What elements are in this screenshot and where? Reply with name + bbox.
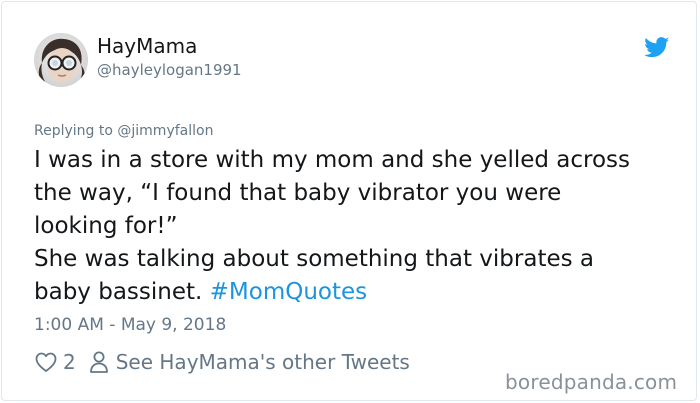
tweet-text-line: looking for!”	[34, 213, 178, 239]
replying-mention-link[interactable]: @jimmyfallon	[117, 123, 213, 139]
tweet-text-line-last: baby bassinet. #MomQuotes	[34, 276, 674, 309]
twitter-bird-icon[interactable]	[644, 37, 670, 58]
tweet-text-line: She was talking about something that vib…	[34, 246, 595, 272]
replying-to: Replying to @jimmyfallon	[34, 122, 213, 140]
person-outline-icon	[89, 351, 108, 373]
hashtag-link[interactable]: #MomQuotes	[210, 279, 368, 305]
timestamp[interactable]: 1:00 AM - May 9, 2018	[34, 314, 226, 336]
like-button[interactable]: 2	[34, 350, 76, 374]
watermark-text: boredpanda.com	[505, 370, 678, 394]
tweet-text-line: the way, “I found that baby vibrator you…	[34, 180, 562, 206]
see-other-tweets-link[interactable]: See HayMama's other Tweets	[76, 350, 410, 374]
tweet-text: I was in a store with my mom and she yel…	[34, 144, 674, 309]
like-count: 2	[63, 350, 76, 374]
avatar[interactable]	[34, 33, 88, 87]
user-handle[interactable]: @hayleylogan1991	[97, 61, 242, 79]
heart-outline-icon	[35, 352, 57, 372]
display-name[interactable]: HayMama	[97, 34, 197, 58]
tweet-text-line: I was in a store with my mom and she yel…	[34, 147, 631, 173]
tweet-actions: 2 See HayMama's other Tweets	[34, 348, 410, 376]
tweet-text-fragment: baby bassinet.	[34, 279, 210, 305]
replying-prefix: Replying to	[34, 123, 118, 139]
tweet-card: HayMama @hayleylogan1991 Replying to @ji…	[1, 1, 697, 401]
avatar-photo	[34, 33, 88, 87]
see-other-tweets-label: See HayMama's other Tweets	[115, 350, 410, 374]
